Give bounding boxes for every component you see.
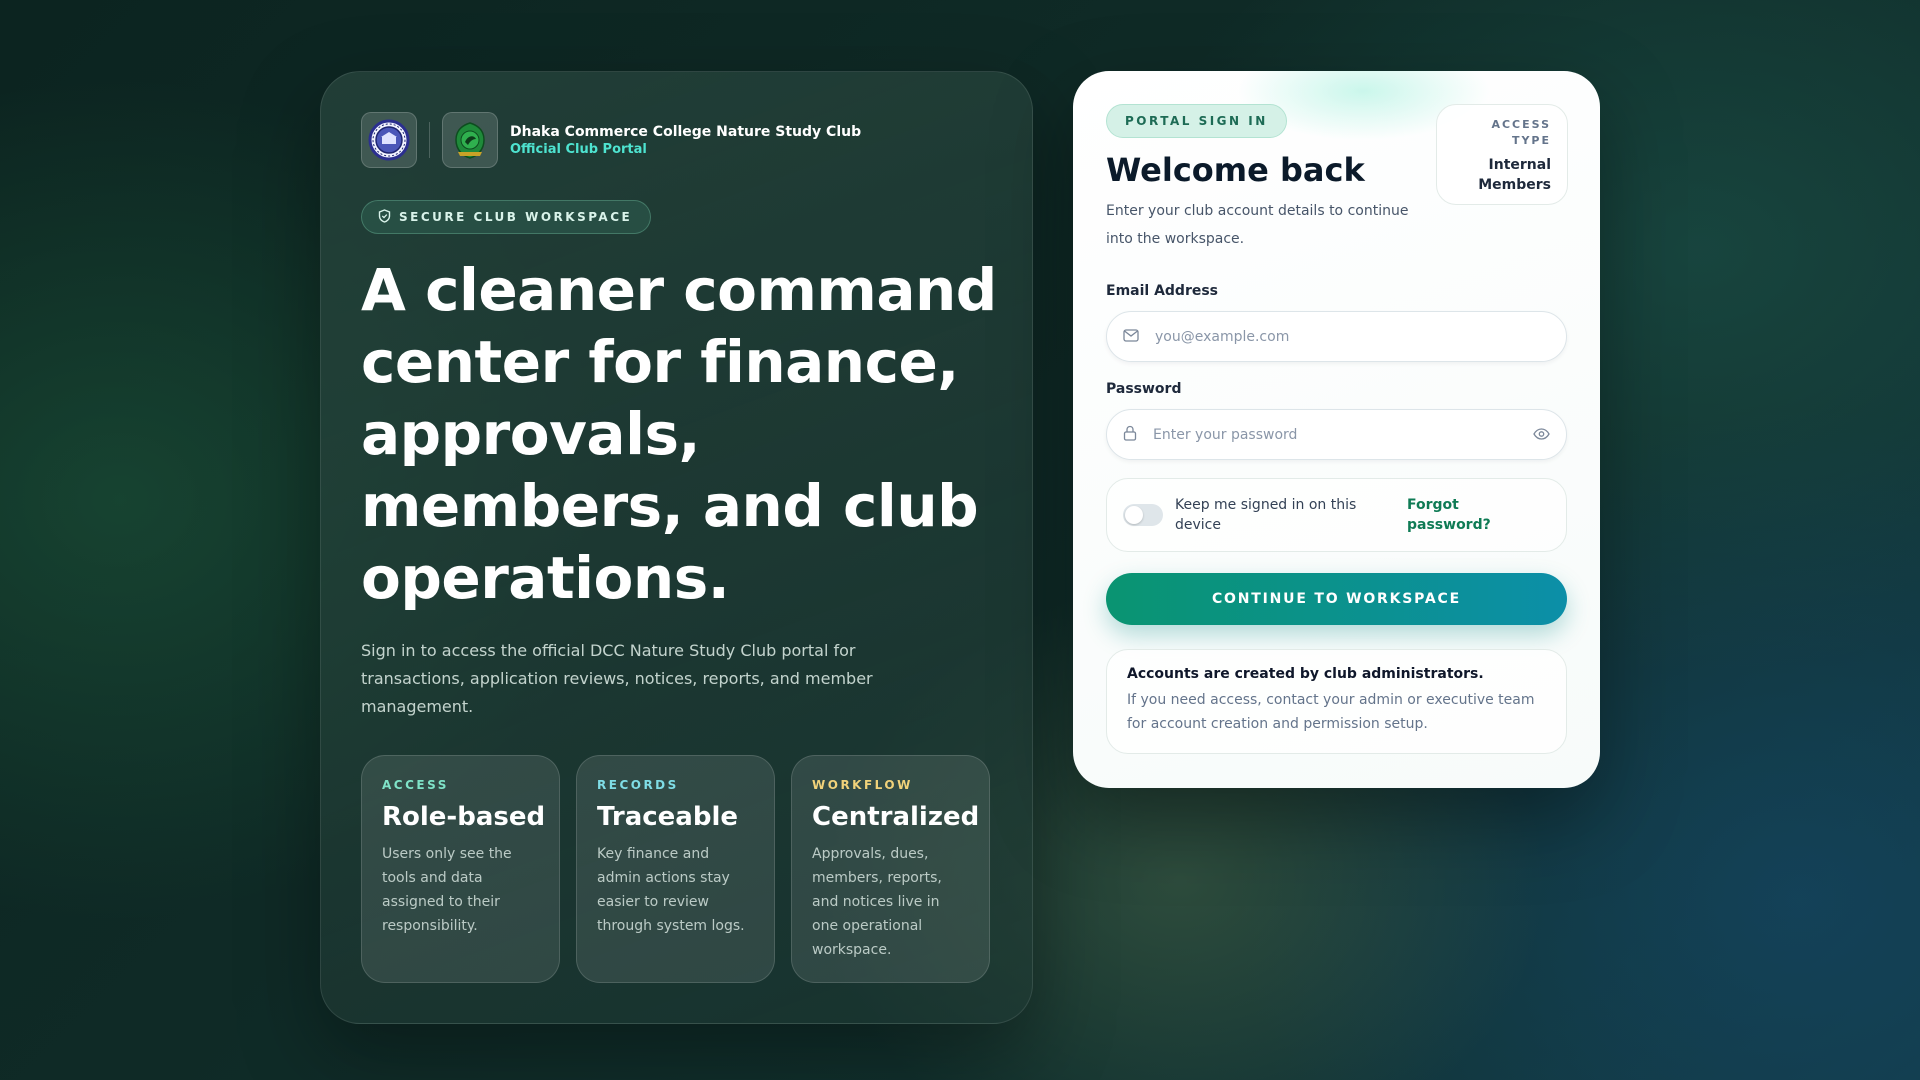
- remember-me-label: Keep me signed in on this device: [1175, 497, 1357, 533]
- access-type-value: Internal Members: [1478, 157, 1551, 193]
- notice-body: If you need access, contact your admin o…: [1127, 692, 1535, 732]
- password-label: Password: [1106, 381, 1182, 397]
- shield-icon: [378, 208, 391, 226]
- lock-icon: [1123, 425, 1137, 445]
- college-seal-icon: [361, 112, 417, 168]
- forgot-password-link[interactable]: Forgot password?: [1407, 495, 1507, 535]
- signin-title: Welcome back: [1106, 151, 1365, 189]
- feature-card-records: RECORDS Traceable Key finance and admin …: [576, 755, 775, 983]
- feature-kicker: WORKFLOW: [812, 778, 913, 792]
- brand-divider: [429, 122, 430, 158]
- feature-body: Approvals, dues, members, reports, and n…: [812, 846, 942, 958]
- feature-title: Traceable: [597, 802, 738, 832]
- feature-title: Centralized: [812, 802, 980, 832]
- feature-kicker: RECORDS: [597, 778, 679, 792]
- club-emblem-icon: [442, 112, 498, 168]
- continue-button[interactable]: CONTINUE TO WORKSPACE: [1106, 573, 1567, 625]
- feature-body: Users only see the tools and data assign…: [382, 846, 512, 934]
- hero-panel: Dhaka Commerce College Nature Study Club…: [320, 71, 1033, 1024]
- eye-icon[interactable]: [1533, 425, 1550, 444]
- portal-signin-badge: PORTAL SIGN IN: [1106, 104, 1287, 138]
- access-type-box: ACCESS TYPE Internal Members: [1436, 104, 1568, 205]
- feature-title: Role-based: [382, 802, 546, 832]
- signin-subtitle: Enter your club account details to conti…: [1106, 203, 1409, 247]
- signin-panel: PORTAL SIGN IN ACCESS TYPE Internal Memb…: [1073, 71, 1600, 788]
- mail-icon: [1123, 327, 1139, 346]
- brand-subtitle: Official Club Portal: [510, 141, 647, 157]
- feature-cards: ACCESS Role-based Users only see the too…: [361, 755, 990, 983]
- password-field[interactable]: [1106, 409, 1567, 460]
- feature-card-access: ACCESS Role-based Users only see the too…: [361, 755, 560, 983]
- secure-badge-label: SECURE CLUB WORKSPACE: [399, 210, 633, 224]
- remember-me-toggle[interactable]: [1123, 504, 1163, 526]
- remember-me-row: Keep me signed in on this device Forgot …: [1106, 478, 1567, 552]
- email-input[interactable]: [1155, 328, 1550, 345]
- hero-headline: A cleaner command center for finance, ap…: [361, 256, 997, 612]
- password-input[interactable]: [1153, 426, 1533, 443]
- hero-intro: Sign in to access the official DCC Natur…: [361, 641, 873, 716]
- notice-title: Accounts are created by club administrat…: [1127, 666, 1484, 682]
- feature-body: Key finance and admin actions stay easie…: [597, 846, 745, 934]
- feature-kicker: ACCESS: [382, 778, 449, 792]
- feature-card-workflow: WORKFLOW Centralized Approvals, dues, me…: [791, 755, 990, 983]
- access-type-label: ACCESS TYPE: [1491, 118, 1551, 147]
- secure-workspace-badge: SECURE CLUB WORKSPACE: [361, 200, 652, 234]
- brand-name: Dhaka Commerce College Nature Study Club: [510, 123, 862, 140]
- email-field[interactable]: [1106, 311, 1567, 362]
- account-notice: Accounts are created by club administrat…: [1106, 649, 1567, 754]
- brand-header: Dhaka Commerce College Nature Study Club…: [361, 112, 861, 168]
- email-label: Email Address: [1106, 283, 1219, 299]
